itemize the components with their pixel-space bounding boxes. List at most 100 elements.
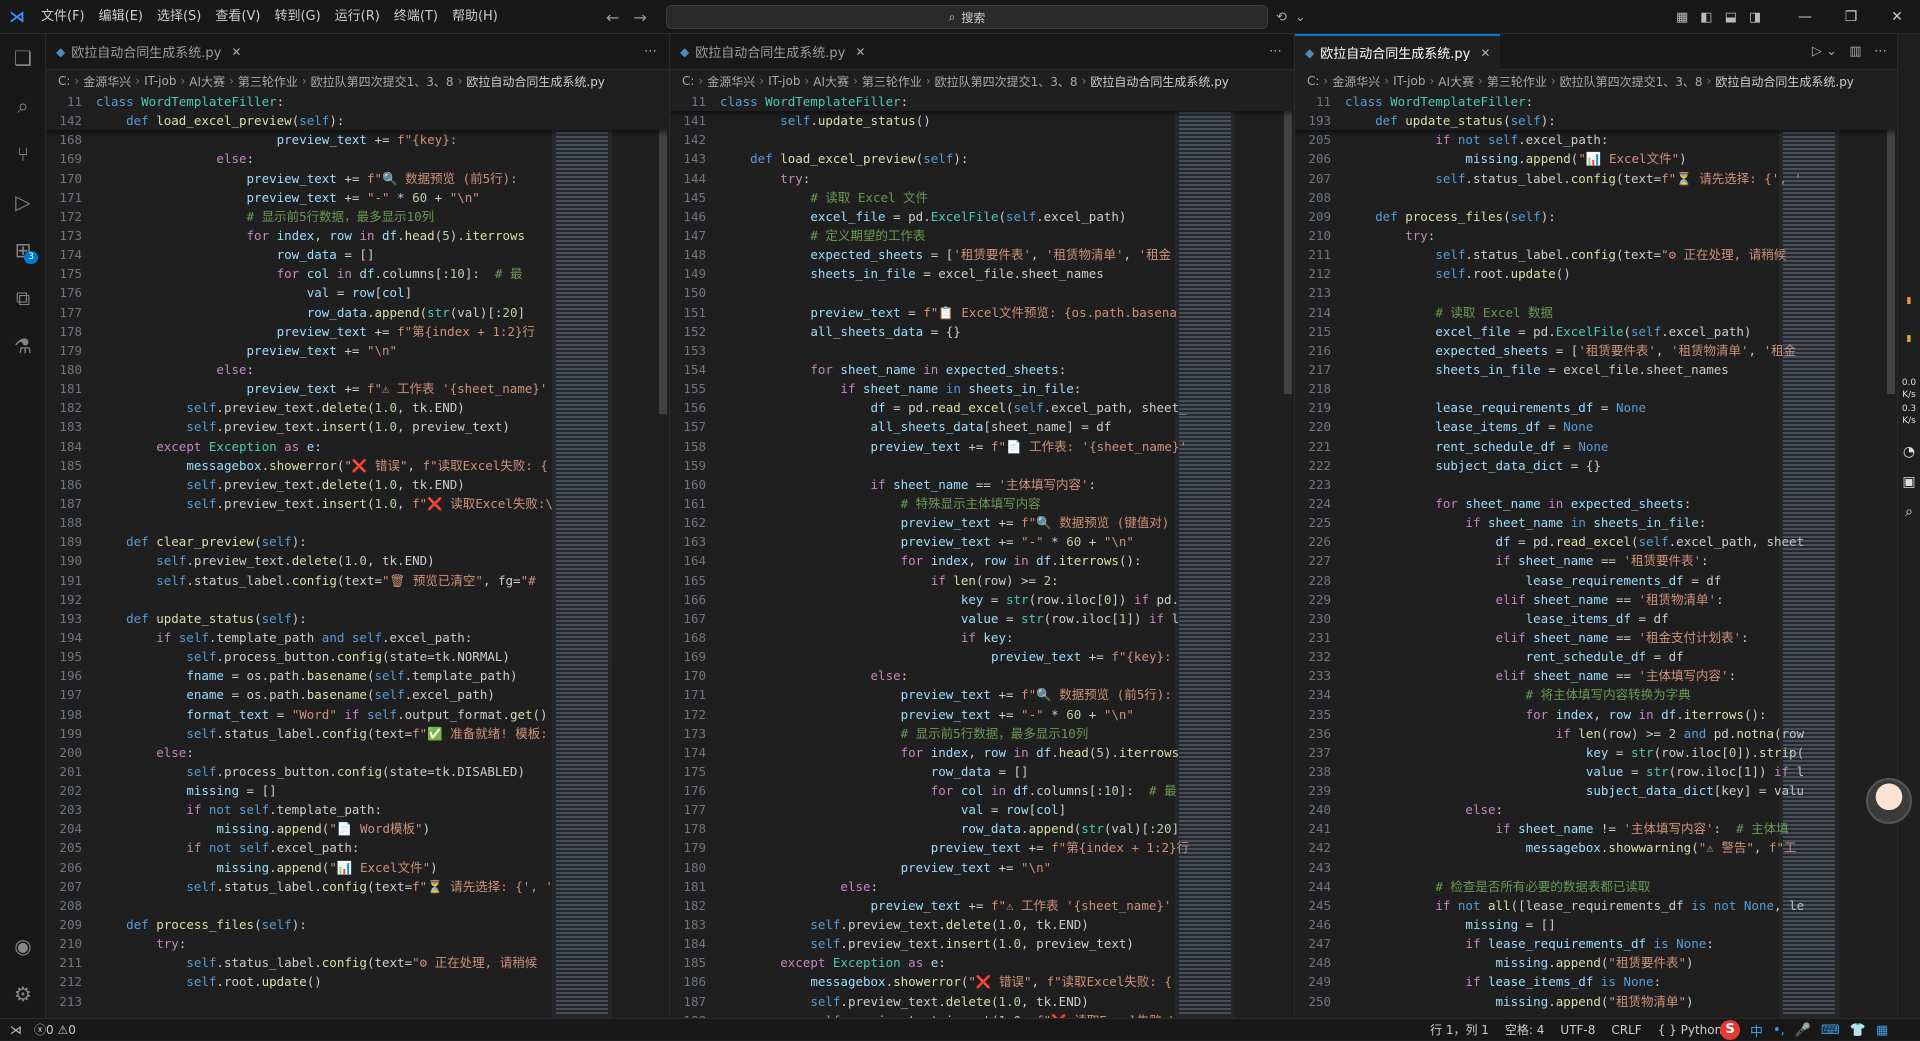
keyboard-icon[interactable]: ⌨ — [1821, 1023, 1840, 1038]
customize-layout-icon[interactable]: ▦ — [1676, 10, 1688, 25]
menu-selection[interactable]: 选择(S) — [150, 0, 208, 34]
breadcrumb-item[interactable]: IT-job — [1393, 74, 1425, 88]
search-icon[interactable]: ⌕ — [0, 82, 46, 130]
copilot-button[interactable]: ⟲ ⌄ — [1276, 0, 1306, 34]
menu-edit[interactable]: 编辑(E) — [92, 0, 150, 34]
breadcrumb-item[interactable]: 金源华兴 — [83, 73, 131, 90]
breadcrumb-item[interactable]: 欧拉队第四次提交1、3、8 — [935, 73, 1078, 90]
swirl-icon[interactable]: ◔ — [1898, 444, 1920, 460]
menu-go[interactable]: 转到(G) — [267, 0, 327, 34]
line-number: 171 — [59, 189, 82, 205]
toggle-panel-icon[interactable]: ⬓ — [1725, 10, 1737, 25]
forward-arrow-icon[interactable]: → — [633, 8, 646, 27]
sticky-scroll[interactable]: 11 class WordTemplateFiller: — [670, 92, 1294, 112]
more-actions-icon[interactable]: ⋯ — [644, 34, 657, 70]
back-arrow-icon[interactable]: ← — [606, 8, 619, 27]
magnifier-icon[interactable]: ⌕ — [1898, 504, 1920, 520]
tab-file[interactable]: ◆ 欧拉自动合同生成系统.py ✕ — [670, 34, 875, 70]
tab-close-icon[interactable]: ✕ — [231, 45, 241, 59]
problems-indicator[interactable]: ⓧ0 ⚠0 — [34, 1021, 76, 1038]
code-token: update — [1510, 266, 1556, 282]
ime-mode[interactable]: 中 — [1750, 1021, 1763, 1040]
toggle-secondary-sidebar-icon[interactable]: ◨ — [1749, 10, 1761, 25]
breadcrumb-item[interactable]: 欧拉队第四次提交1、3、8 — [1560, 73, 1703, 90]
eol[interactable]: CRLF — [1611, 1023, 1641, 1037]
breadcrumb-item[interactable]: IT-job — [768, 74, 800, 88]
breadcrumb-item[interactable]: 欧拉自动合同生成系统.py — [466, 73, 605, 90]
breadcrumb-item[interactable]: C: — [1307, 74, 1319, 88]
breadcrumb-item[interactable]: C: — [682, 74, 694, 88]
sticky-scroll[interactable]: 11 class WordTemplateFiller: 193 def updat… — [1295, 92, 1897, 131]
code-token: "\n" — [1103, 534, 1134, 550]
minimize-icon[interactable]: — — [1782, 0, 1828, 34]
punctuation-icon[interactable]: •, — [1773, 1023, 1785, 1038]
breadcrumb-item[interactable]: 第三轮作业 — [862, 73, 922, 90]
skin-icon[interactable]: 👕 — [1850, 1023, 1866, 1038]
code-token: self — [178, 629, 209, 645]
encoding[interactable]: UTF-8 — [1560, 1023, 1595, 1037]
code-text: self.preview_text.insert(1.0, f"❌ 读取Exce… — [720, 1011, 1177, 1018]
remote-explorer-icon[interactable]: ⧉ — [0, 274, 46, 322]
menu-run[interactable]: 运行(R) — [328, 0, 387, 34]
menu-file[interactable]: 文件(F) — [34, 0, 92, 34]
source-control-icon[interactable]: ⑂ — [0, 130, 46, 178]
breadcrumb-item[interactable]: 欧拉队第四次提交1、3、8 — [311, 73, 454, 90]
code-text: key = str(row.iloc[0]).strip( — [1345, 743, 1804, 762]
close-icon[interactable]: ✕ — [1874, 0, 1920, 34]
minimap[interactable] — [1779, 92, 1839, 1018]
indentation[interactable]: 空格: 4 — [1505, 1021, 1545, 1038]
language-mode[interactable]: { } Python — [1658, 1023, 1723, 1037]
sogou-s-icon[interactable]: S — [1720, 1020, 1740, 1040]
account-icon[interactable]: ◉ — [0, 922, 46, 970]
scrollbar-thumb[interactable] — [1887, 94, 1895, 394]
toggle-primary-sidebar-icon[interactable]: ◧ — [1700, 10, 1712, 25]
more-actions-icon[interactable]: ⋯ — [1269, 34, 1282, 70]
breadcrumb-item[interactable]: 金源华兴 — [707, 73, 755, 90]
editor-actions[interactable]: ▷ ⌄ ▥ ⋯ — [1812, 34, 1887, 70]
menu-help[interactable]: 帮助(H) — [445, 0, 505, 34]
code-token: index — [1555, 706, 1594, 722]
scrollbar-thumb[interactable] — [1284, 94, 1292, 394]
floating-avatar[interactable] — [1866, 778, 1912, 824]
code-token: += — [990, 687, 1022, 703]
code-token: .template_path: — [269, 802, 382, 818]
testing-icon[interactable]: ⚗ — [0, 322, 46, 370]
breadcrumb-item[interactable]: 欧拉自动合同生成系统.py — [1090, 73, 1229, 90]
menu-view[interactable]: 查看(V) — [208, 0, 267, 34]
screenshot-icon[interactable]: ▣ — [1898, 474, 1920, 490]
code-token: insert — [321, 495, 367, 511]
tab-close-icon[interactable]: ✕ — [1480, 46, 1490, 60]
breadcrumb-item[interactable]: 第三轮作业 — [238, 73, 298, 90]
breadcrumb-item[interactable]: C: — [58, 74, 70, 88]
code-token: '主体填写内容' — [1623, 821, 1714, 837]
settings-gear-icon[interactable]: ⚙ — [0, 970, 46, 1018]
breadcrumb-item[interactable]: IT-job — [144, 74, 176, 88]
tab-close-icon[interactable]: ✕ — [855, 45, 865, 59]
breadcrumb-item[interactable]: 欧拉自动合同生成系统.py — [1715, 73, 1854, 90]
command-center-search[interactable]: ⌕ 搜索 — [666, 5, 1268, 29]
minimap[interactable] — [552, 92, 612, 1018]
code-token: else — [216, 151, 247, 167]
cursor-position[interactable]: 行 1，列 1 — [1430, 1021, 1489, 1038]
remote-icon[interactable]: ⋊ — [10, 1023, 22, 1037]
restore-icon[interactable]: ❐ — [1828, 0, 1874, 34]
explorer-icon[interactable]: ❏ — [0, 34, 46, 82]
breadcrumb-item[interactable]: 金源华兴 — [1332, 73, 1380, 90]
menu-terminal[interactable]: 终端(T) — [387, 0, 445, 34]
minimap[interactable] — [1175, 92, 1235, 1018]
code-token: f"读取Excel失败: { — [1046, 974, 1172, 990]
run-debug-icon[interactable]: ▷ — [0, 178, 46, 226]
sticky-scroll[interactable]: 11 class WordTemplateFiller: 142 def load_… — [46, 92, 669, 131]
breadcrumb-item[interactable]: AI大赛 — [189, 73, 225, 90]
breadcrumb-item[interactable]: AI大赛 — [1438, 73, 1474, 90]
scrollbar-thumb[interactable] — [659, 94, 667, 414]
tab-file[interactable]: ◆ 欧拉自动合同生成系统.py ✕ — [46, 34, 251, 70]
toolbox-icon[interactable]: ▦ — [1876, 1023, 1888, 1038]
breadcrumb-item[interactable]: 第三轮作业 — [1487, 73, 1547, 90]
extensions-icon[interactable]: ⊞ 3 — [0, 226, 46, 274]
microphone-icon[interactable]: 🎤 — [1795, 1023, 1811, 1038]
tab-file[interactable]: ◆ 欧拉自动合同生成系统.py ✕ — [1295, 34, 1501, 70]
breadcrumb-item[interactable]: AI大赛 — [813, 73, 849, 90]
